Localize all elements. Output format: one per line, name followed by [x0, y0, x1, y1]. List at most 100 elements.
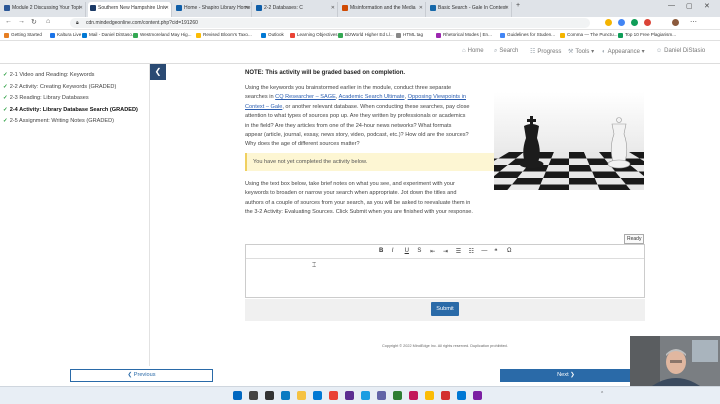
bookmark-item[interactable]: BizWorld Higher Ed Ll... — [338, 32, 394, 38]
sidebar-item[interactable]: ✓ 2-3 Reading: Library Databases — [3, 95, 89, 101]
app-icon[interactable] — [473, 391, 482, 400]
extension-icon[interactable] — [618, 19, 625, 26]
app-icon[interactable] — [329, 391, 338, 400]
bookmark-label: Outlook — [268, 32, 284, 37]
bookmark-item[interactable]: Comma — The Punctu... — [560, 32, 618, 38]
close-tab-icon[interactable]: ✕ — [79, 2, 83, 15]
extension-icon[interactable] — [631, 19, 638, 26]
close-tab-icon[interactable]: ✕ — [165, 2, 169, 15]
extension-icon[interactable] — [605, 19, 612, 26]
chess-image — [494, 92, 644, 190]
bold-icon[interactable]: B — [379, 248, 383, 254]
bookmark-item[interactable]: Revised Bloom's Taxo... — [196, 32, 252, 38]
database-link[interactable]: Context – Gale — [245, 104, 282, 110]
close-tab-icon[interactable]: ✕ — [505, 2, 509, 15]
next-button[interactable]: Next ❯ — [500, 369, 632, 382]
bookmark-item[interactable]: Kaltura Live — [50, 32, 81, 38]
header-nav-tools[interactable]: ⚒ Tools ▾ — [568, 48, 594, 55]
browser-tab[interactable]: Basic Search - Gale In Context ✕ — [428, 2, 512, 17]
bookmark-item[interactable]: Guidelines for Studen... — [500, 32, 555, 38]
bookmark-item[interactable]: Top 10 Free Plagiarism... — [618, 32, 677, 38]
italic-icon[interactable]: I — [392, 248, 394, 254]
header-nav-search[interactable]: ⌕ Search — [494, 48, 518, 55]
bookmark-label: Comma — The Punctu... — [567, 32, 618, 37]
horizontal-rule-icon[interactable]: — — [481, 248, 487, 254]
close-tab-icon[interactable]: ✕ — [331, 2, 335, 15]
numbered-list-icon[interactable]: ☷ — [469, 248, 474, 255]
sidebar-item[interactable]: ✓ 2-1 Video and Reading: Keywords — [3, 72, 94, 78]
app-icon[interactable] — [345, 391, 354, 400]
minimize-icon[interactable]: — — [668, 2, 675, 9]
forward-icon[interactable]: → — [18, 18, 25, 25]
close-window-icon[interactable]: ✕ — [704, 2, 710, 10]
profile-avatar[interactable] — [672, 19, 679, 26]
line-text: appear (article, journal, essay, news st… — [245, 132, 469, 139]
bookmark-label: Top 10 Free Plagiarism... — [625, 32, 677, 37]
bookmark-item[interactable]: Westmoreland May Hig... — [133, 32, 192, 38]
bookmark-item[interactable]: Rhetorical Modes | En... — [436, 32, 492, 38]
header-nav-home[interactable]: ⌂ Home — [462, 48, 484, 54]
app-icon[interactable] — [441, 391, 450, 400]
more-icon[interactable]: ⋯ — [690, 18, 697, 26]
browser-tab[interactable]: 2-2 Databases: C ✕ — [254, 2, 338, 17]
app-icon[interactable] — [313, 391, 322, 400]
special-char-icon[interactable]: Ω — [507, 248, 512, 254]
app-icon[interactable] — [457, 391, 466, 400]
database-link[interactable]: CQ Researcher – SAGE — [275, 94, 336, 100]
app-icon[interactable] — [409, 391, 418, 400]
header-nav-user[interactable]: ☺ Daniel DiStasio — [656, 48, 705, 54]
database-link[interactable]: Academic Search Ultimate — [339, 94, 405, 100]
app-icon[interactable] — [281, 391, 290, 400]
bookmark-label: Rhetorical Modes | En... — [443, 32, 492, 37]
folder-icon[interactable] — [297, 391, 306, 400]
extension-icon[interactable] — [644, 19, 651, 26]
back-icon[interactable]: ← — [5, 18, 12, 25]
notes-editor[interactable]: B I U S ⇤ ⇥ ☰ ☷ — ❝ Ω ⌶ — [245, 244, 645, 298]
app-icon[interactable] — [393, 391, 402, 400]
database-link[interactable]: Opposing Viewpoints in — [408, 94, 466, 100]
tray-chevron-icon[interactable]: ⌃ — [600, 391, 604, 397]
underline-icon[interactable]: U — [405, 248, 409, 254]
address-bar: ← → ↻ ⌂ 🔒︎ cdn.mindedgeonline.com/conten… — [0, 17, 720, 30]
url-field[interactable]: 🔒︎ cdn.mindedgeonline.com/content.php?ci… — [70, 18, 590, 28]
previous-button[interactable]: ❮ Previous — [70, 369, 213, 382]
home-browser-icon[interactable]: ⌂ — [46, 18, 50, 25]
taskview-icon[interactable] — [265, 391, 274, 400]
browser-tab[interactable]: Misinformation and the Media ✕ — [340, 2, 426, 17]
start-icon[interactable] — [233, 391, 242, 400]
bookmark-icon — [396, 33, 401, 38]
sidebar-item[interactable]: ✓ 2-5 Assignment: Writing Notes (GRADED) — [3, 118, 114, 124]
sidebar-item[interactable]: ✓ 2-2 Activity: Creating Keywords (GRADED… — [3, 84, 116, 90]
strikethrough-icon[interactable]: S — [417, 248, 421, 254]
submit-button[interactable]: Submit — [431, 302, 459, 316]
reload-icon[interactable]: ↻ — [31, 18, 37, 26]
new-tab-icon[interactable]: + — [516, 2, 520, 9]
bookmark-item[interactable]: HTML tag — [396, 32, 423, 38]
bookmark-item[interactable]: Outlook — [261, 32, 284, 38]
app-icon[interactable] — [361, 391, 370, 400]
bookmark-item[interactable]: Mail - Daniel DiStaso... — [82, 32, 136, 38]
header-nav-progress[interactable]: ☷ Progress — [530, 48, 561, 55]
browser-tab[interactable]: Home - Shapiro Library Home ✕ — [174, 2, 252, 17]
header-nav-label: Search — [499, 48, 519, 54]
chrome-icon[interactable] — [425, 391, 434, 400]
search-taskbar-icon[interactable] — [249, 391, 258, 400]
browser-tab[interactable]: Southern New Hampshire Univ ✕ — [88, 2, 172, 17]
line-text: Using the keywords you brainstormed earl… — [245, 85, 452, 91]
bookmark-item[interactable]: Learning Objectives — [290, 32, 338, 38]
maximize-icon[interactable]: ▢ — [686, 2, 693, 10]
sidebar-item[interactable]: ✓ 2-4 Activity: Library Database Search (… — [3, 107, 138, 113]
header-nav-appearance[interactable]: ◐ Appearance ▾ — [602, 48, 645, 55]
browser-tab[interactable]: Module 2 Discussing Your Topi ✕ — [2, 2, 86, 17]
favicon-icon — [342, 5, 348, 11]
sidebar-item-label: 2-1 Video and Reading: Keywords — [9, 72, 95, 78]
close-tab-icon[interactable]: ✕ — [419, 2, 423, 15]
bookmark-icon — [290, 33, 295, 38]
indent-icon[interactable]: ⇥ — [443, 248, 448, 255]
bookmark-item[interactable]: Getting Started — [4, 32, 42, 38]
blockquote-icon[interactable]: ❝ — [494, 248, 497, 255]
outdent-icon[interactable]: ⇤ — [430, 248, 435, 255]
close-tab-icon[interactable]: ✕ — [245, 2, 249, 15]
bullet-list-icon[interactable]: ☰ — [456, 248, 461, 255]
app-icon[interactable] — [377, 391, 386, 400]
